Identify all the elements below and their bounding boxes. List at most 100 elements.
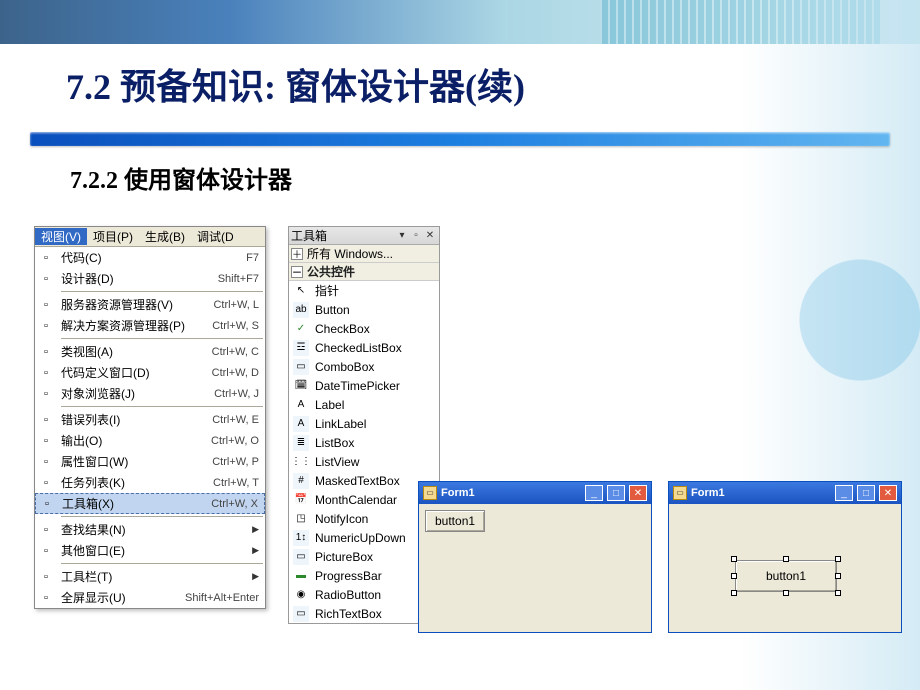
menu-item[interactable]: ▫解决方案资源管理器(P)Ctrl+W, S [35, 315, 265, 336]
minimize-button[interactable]: _ [835, 485, 853, 501]
menu-item-shortcut: Ctrl+W, C [212, 346, 259, 358]
menu-item-shortcut: Ctrl+W, E [212, 414, 259, 426]
toolbox-close-icon[interactable]: ✕ [423, 230, 437, 241]
form1b-button1[interactable]: button1 [735, 560, 837, 592]
menu-item[interactable]: ▫服务器资源管理器(V)Ctrl+W, L [35, 294, 265, 315]
form1-window-b: ▭ Form1 _ □ ✕ button1 [668, 481, 902, 633]
radiobutton-icon: ◉ [293, 587, 309, 603]
menu-item-label: 查找结果(N) [61, 521, 248, 538]
menu-item[interactable]: ▫代码定义窗口(D)Ctrl+W, D [35, 362, 265, 383]
menu-item-shortcut: Ctrl+W, L [213, 299, 259, 311]
slide-divider [30, 132, 890, 146]
menu-item[interactable]: ▫属性窗口(W)Ctrl+W, P [35, 451, 265, 472]
toolbox-item[interactable]: ↖指针 [289, 281, 439, 300]
numericupdown-icon: 1↕ [293, 530, 309, 546]
toolbox-categories: ＋所有 Windows...－公共控件 [289, 245, 439, 281]
toolbox-item[interactable]: ✓CheckBox [289, 319, 439, 338]
form1a-titlebar[interactable]: ▭ Form1 _ □ ✕ [419, 482, 651, 504]
toolbox-category[interactable]: －公共控件 [289, 263, 439, 281]
picturebox-icon: ▭ [293, 549, 309, 565]
menu-item[interactable]: ▫代码(C)F7 [35, 247, 265, 268]
toolbox-item-label: ListBox [315, 436, 354, 450]
button-selection[interactable]: button1 [735, 560, 837, 592]
label-icon: A [293, 397, 309, 413]
toolbox-item[interactable]: #MaskedTextBox [289, 471, 439, 490]
toolbox-items: ↖指针 ab Button ✓CheckBox☲CheckedListBox▭Comb… [289, 281, 439, 623]
toolbox-item[interactable]: ▭ComboBox [289, 357, 439, 376]
toolbox-item-label: RadioButton [315, 588, 381, 602]
menu-item[interactable]: ▫对象浏览器(J)Ctrl+W, J [35, 383, 265, 404]
toolbox-category[interactable]: ＋所有 Windows... [289, 245, 439, 263]
toolbox-item[interactable]: ab Button [289, 300, 439, 319]
toolbox-item-label: Button [315, 303, 350, 317]
toolbox-item[interactable]: ▭RichTextBox [289, 604, 439, 623]
close-button[interactable]: ✕ [629, 485, 647, 501]
toolbox-item-label: MonthCalendar [315, 493, 397, 507]
toolbox-item[interactable]: 🗓DateTimePicker [289, 376, 439, 395]
toolbox-item[interactable]: ▭PictureBox [289, 547, 439, 566]
menu-item-shortcut: Ctrl+W, D [212, 367, 259, 379]
toolbox-item[interactable]: ☲CheckedListBox [289, 338, 439, 357]
toolbox-item[interactable]: ALinkLabel [289, 414, 439, 433]
menu-item[interactable]: ▫任务列表(K)Ctrl+W, T [35, 472, 265, 493]
menu-item[interactable]: ▫工具栏(T) [35, 566, 265, 587]
toolbox-item-label: ProgressBar [315, 569, 382, 583]
view-menu: 视图(V)项目(P)生成(B)调试(D ▫代码(C)F7▫设计器(D)Shift… [34, 226, 266, 609]
button-icon: ab [293, 302, 309, 318]
error-list-icon: ▫ [35, 410, 57, 430]
menu-bar: 视图(V)项目(P)生成(B)调试(D [35, 227, 265, 247]
menu-item-label: 工具箱(X) [62, 495, 211, 512]
listview-icon: ⋮⋮ [293, 454, 309, 470]
find-results-icon: ▫ [35, 520, 57, 540]
menu-separator [61, 516, 263, 517]
menu-item-label: 代码定义窗口(D) [61, 364, 212, 381]
toolbox-item[interactable]: ▬ProgressBar [289, 566, 439, 585]
form1a-button1[interactable]: button1 [425, 510, 485, 532]
toolbox-item[interactable]: ⋮⋮ListView [289, 452, 439, 471]
menubar-item[interactable]: 项目(P) [87, 228, 139, 245]
menu-item[interactable]: ▫查找结果(N) [35, 519, 265, 540]
minimize-button[interactable]: _ [585, 485, 603, 501]
menu-item-shortcut: Shift+Alt+Enter [185, 592, 259, 604]
server-explorer-icon: ▫ [35, 295, 57, 315]
listbox-icon: ≣ [293, 435, 309, 451]
maximize-button[interactable]: □ [857, 485, 875, 501]
toolbox-item-label: Label [315, 398, 344, 412]
object-browser-icon: ▫ [35, 384, 57, 404]
menu-item[interactable]: ▫输出(O)Ctrl+W, O [35, 430, 265, 451]
toolbox-item-label: LinkLabel [315, 417, 366, 431]
toolbox-item[interactable]: 📅MonthCalendar [289, 490, 439, 509]
toolbox-dropdown-icon[interactable]: ▾ [395, 230, 409, 241]
close-button[interactable]: ✕ [879, 485, 897, 501]
toolbox-item-label: MaskedTextBox [315, 474, 400, 488]
menu-separator [61, 406, 263, 407]
menubar-item[interactable]: 生成(B) [139, 228, 191, 245]
toolbars-icon: ▫ [35, 567, 57, 587]
menu-item-shortcut: Ctrl+W, O [211, 435, 259, 447]
toolbox-item-label: CheckBox [315, 322, 370, 336]
solution-explorer-icon: ▫ [35, 316, 57, 336]
toolbox-item[interactable]: ◉ RadioButton [289, 585, 439, 604]
form1b-client[interactable]: button1 [669, 504, 901, 632]
toolbox-item[interactable]: 1↕NumericUpDown [289, 528, 439, 547]
maximize-button[interactable]: □ [607, 485, 625, 501]
menu-item[interactable]: ▫全屏显示(U)Shift+Alt+Enter [35, 587, 265, 608]
menu-item[interactable]: ▫工具箱(X)Ctrl+W, X [35, 493, 265, 514]
toolbox-pin-icon[interactable]: ▫ [409, 230, 423, 241]
form1a-client[interactable]: button1 [419, 504, 651, 632]
menubar-item[interactable]: 视图(V) [35, 228, 87, 245]
form1b-titlebar[interactable]: ▭ Form1 _ □ ✕ [669, 482, 901, 504]
toolbox-item[interactable]: A Label [289, 395, 439, 414]
toolbox-item[interactable]: ≣ ListBox [289, 433, 439, 452]
menu-item[interactable]: ▫设计器(D)Shift+F7 [35, 268, 265, 289]
task-list-icon: ▫ [35, 473, 57, 493]
menu-item[interactable]: ▫错误列表(I)Ctrl+W, E [35, 409, 265, 430]
toolbox-icon: ▫ [36, 494, 58, 514]
menubar-item[interactable]: 调试(D [191, 228, 240, 245]
menu-item[interactable]: ▫其他窗口(E) [35, 540, 265, 561]
fullscreen-icon: ▫ [35, 588, 57, 608]
menu-item[interactable]: ▫类视图(A)Ctrl+W, C [35, 341, 265, 362]
menu-item-label: 设计器(D) [61, 270, 218, 287]
toolbox-item[interactable]: ◳NotifyIcon [289, 509, 439, 528]
menu-item-label: 全屏显示(U) [61, 589, 185, 606]
